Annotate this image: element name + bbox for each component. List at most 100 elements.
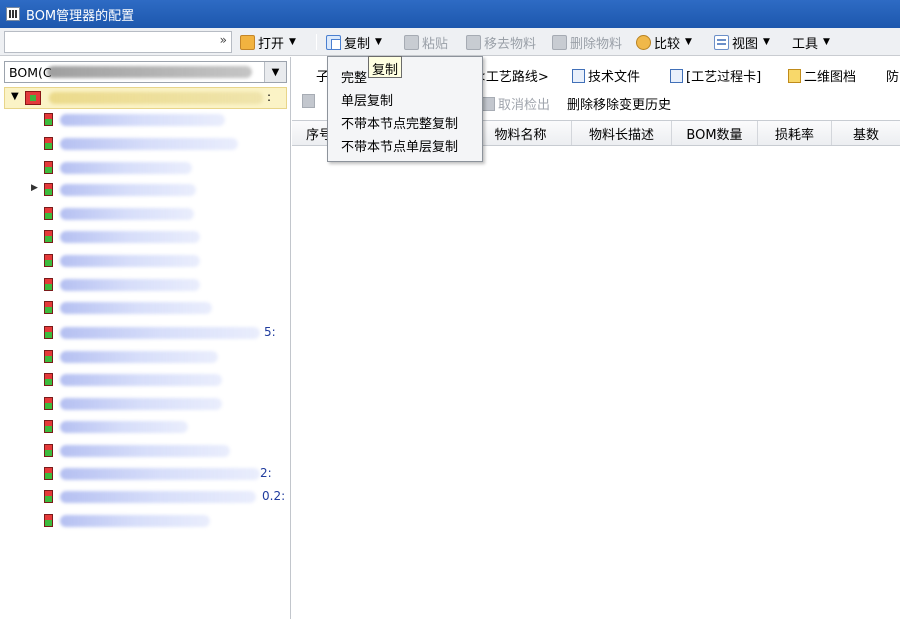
material-icon <box>44 467 53 480</box>
card-icon <box>670 68 683 83</box>
move-material-label: 移去物料 <box>484 36 537 52</box>
tab-process-card-label: [工艺过程卡] <box>686 70 762 85</box>
toolbar-separator <box>316 34 317 50</box>
node-label-redacted <box>60 351 218 363</box>
tab-qr-drawing[interactable]: 二维图档 <box>788 66 856 85</box>
node-label-redacted <box>60 279 200 291</box>
subtoolbar-left-button[interactable] <box>302 94 315 108</box>
bom-selector-value: BOM(C <box>9 65 52 80</box>
dropdown-arrow-icon[interactable]: ▼ <box>264 62 286 82</box>
node-label-redacted <box>60 445 230 457</box>
tab-route-label: <工艺路线> <box>475 70 549 85</box>
paste-icon <box>404 34 419 50</box>
col-material-name[interactable]: 物料名称 <box>470 121 572 145</box>
cancel-checkout-button[interactable]: 取消检出 <box>482 94 550 113</box>
chevron-down-icon: ▼ <box>289 37 296 47</box>
tree-node[interactable] <box>0 160 291 176</box>
delete-history-button[interactable]: 删除移除变更历史 <box>567 94 671 113</box>
double-chevron-down-icon[interactable]: » <box>220 33 227 47</box>
col-base[interactable]: 基数 <box>832 121 900 145</box>
compare-label: 比较 <box>654 36 681 52</box>
col-bom-qty-label: BOM数量 <box>686 127 743 143</box>
compare-button[interactable]: 比较 ▼ <box>636 32 692 52</box>
tab-tech-file[interactable]: 技术文件 <box>572 66 640 85</box>
bom-selector[interactable]: BOM(C ▼ <box>4 61 287 83</box>
view-button[interactable]: 视图 ▼ <box>714 32 770 52</box>
tree-node[interactable] <box>0 300 291 316</box>
tab-qr-drawing-label: 二维图档 <box>804 70 857 85</box>
tab-process-card[interactable]: [工艺过程卡] <box>670 66 761 85</box>
tree-node[interactable]: 5: <box>0 325 291 341</box>
node-label-redacted <box>60 327 260 339</box>
menu-item-single-copy-no-node[interactable]: 不带本节点单层复制 <box>341 136 458 155</box>
tools-button[interactable]: 工具 ▼ <box>792 32 830 52</box>
col-material-name-label: 物料名称 <box>494 127 547 143</box>
menu-item-full-copy-no-node[interactable]: 不带本节点完整复制 <box>341 113 458 132</box>
view-label: 视图 <box>732 36 759 52</box>
tree-node[interactable] <box>0 136 291 152</box>
col-bom-qty[interactable]: BOM数量 <box>672 121 758 145</box>
tools-label: 工具 <box>792 36 819 52</box>
action-icon <box>302 94 315 108</box>
root-suffix: : <box>267 90 272 104</box>
copy-tooltip: 复制 <box>368 56 403 78</box>
paste-button[interactable]: 粘贴 <box>404 32 448 52</box>
node-label-redacted <box>60 184 196 196</box>
material-icon <box>44 490 53 503</box>
checkout-icon <box>482 96 495 111</box>
chevron-down-icon: ▼ <box>685 37 692 47</box>
tree-node[interactable] <box>0 277 291 293</box>
drawing-icon <box>788 68 801 83</box>
tree-node[interactable]: 2: <box>0 466 291 482</box>
tree-node[interactable] <box>0 372 291 388</box>
tree-node[interactable] <box>0 349 291 365</box>
tab-extra[interactable]: 防 <box>886 66 899 85</box>
tree-node[interactable]: ▶ <box>0 182 291 198</box>
document-icon <box>572 68 585 83</box>
node-label-redacted <box>60 162 192 174</box>
delete-material-label: 删除物料 <box>570 36 623 52</box>
material-icon <box>44 207 53 220</box>
tree-node[interactable] <box>0 513 291 529</box>
material-icon <box>44 230 53 243</box>
bom-selector-redacted <box>47 66 252 78</box>
tree-root-node[interactable]: ▼ : <box>4 87 287 109</box>
tab-route[interactable]: <工艺路线> <box>475 66 549 85</box>
menu-item-full-copy-no-node-label: 不带本节点完整复制 <box>341 117 459 132</box>
tree-node[interactable] <box>0 443 291 459</box>
collapse-icon[interactable]: ▼ <box>11 91 19 102</box>
col-loss-rate-label: 损耗率 <box>774 127 814 143</box>
material-icon <box>44 137 53 150</box>
tree-node[interactable] <box>0 206 291 222</box>
toolbar-combo[interactable]: » <box>4 31 232 53</box>
menu-item-single-level-copy[interactable]: 单层复制 <box>341 90 393 109</box>
tree-node[interactable] <box>0 253 291 269</box>
open-label: 打开 <box>258 36 285 52</box>
move-material-button[interactable]: 移去物料 <box>466 32 536 52</box>
delete-material-button[interactable]: 删除物料 <box>552 32 622 52</box>
chevron-down-icon: ▼ <box>823 37 830 47</box>
tree-node[interactable] <box>0 419 291 435</box>
menu-item-single-copy-no-node-label: 不带本节点单层复制 <box>341 140 459 155</box>
node-suffix: 2: <box>260 466 272 480</box>
tree-node[interactable] <box>0 396 291 412</box>
col-material-desc[interactable]: 物料长描述 <box>572 121 672 145</box>
col-base-label: 基数 <box>852 127 879 143</box>
node-label-redacted <box>60 398 222 410</box>
tree-node[interactable]: 0.2: <box>0 489 291 505</box>
node-label-redacted <box>60 138 238 150</box>
node-label-redacted <box>60 515 210 527</box>
material-icon <box>44 161 53 174</box>
tree-node[interactable] <box>0 229 291 245</box>
node-suffix: 0.2: <box>262 489 286 503</box>
open-button[interactable]: 打开 ▼ <box>240 32 296 52</box>
menu-item-full-copy[interactable]: 完整 <box>341 67 367 86</box>
col-loss-rate[interactable]: 损耗率 <box>758 121 832 145</box>
material-icon <box>44 350 53 363</box>
node-label-redacted <box>60 231 200 243</box>
material-icon <box>44 373 53 386</box>
node-label-redacted <box>60 114 225 126</box>
tree-node[interactable] <box>0 112 291 128</box>
copy-button[interactable]: 复制 ▼ <box>326 32 382 52</box>
expand-icon[interactable]: ▶ <box>31 183 38 193</box>
